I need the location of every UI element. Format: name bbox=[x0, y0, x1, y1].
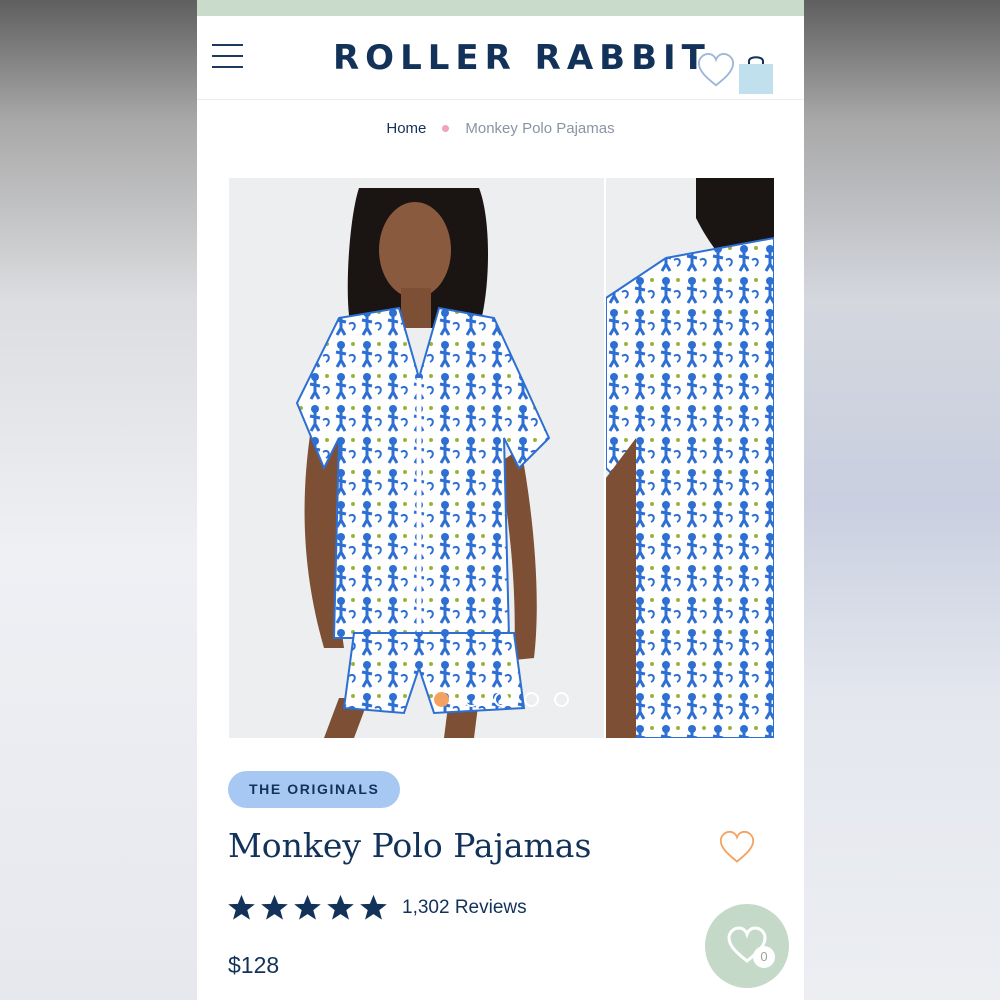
gallery-dot[interactable] bbox=[524, 692, 539, 707]
mobile-product-page: ROLLER RABBIT Home Monkey Polo Pajamas T… bbox=[197, 0, 804, 1000]
heart-outline-icon[interactable] bbox=[697, 52, 735, 90]
gallery-pagination bbox=[434, 692, 569, 707]
star-icon bbox=[228, 894, 255, 920]
star-icon bbox=[261, 894, 288, 920]
gallery-dot[interactable] bbox=[464, 692, 479, 707]
shopping-bag-icon[interactable] bbox=[737, 52, 775, 96]
promo-bar bbox=[197, 0, 804, 16]
breadcrumb-current: Monkey Polo Pajamas bbox=[465, 119, 615, 137]
add-to-wishlist-heart-icon[interactable] bbox=[719, 830, 755, 866]
gallery-dot[interactable] bbox=[434, 692, 449, 707]
star-icon bbox=[327, 894, 354, 920]
background-left bbox=[0, 0, 197, 1000]
product-photo-detail[interactable] bbox=[606, 178, 774, 738]
gallery-dot[interactable] bbox=[494, 692, 509, 707]
breadcrumb-separator bbox=[442, 124, 450, 132]
star-icon bbox=[294, 894, 321, 920]
star-icon bbox=[360, 894, 387, 920]
gallery-dot[interactable] bbox=[554, 692, 569, 707]
product-gallery[interactable] bbox=[229, 178, 774, 738]
breadcrumb-home-link[interactable]: Home bbox=[386, 120, 426, 137]
collection-badge[interactable]: THE ORIGINALS bbox=[228, 771, 401, 808]
brand-logo[interactable]: ROLLER RABBIT bbox=[333, 38, 711, 78]
wishlist-count-badge: 0 bbox=[753, 946, 775, 968]
reviews-link[interactable]: 1,302 Reviews bbox=[402, 897, 527, 919]
product-title: Monkey Polo Pajamas bbox=[228, 826, 592, 865]
product-rating: 1,302 Reviews bbox=[227, 893, 527, 922]
detail-photo-illustration bbox=[606, 178, 774, 738]
breadcrumb: Home Monkey Polo Pajamas bbox=[197, 100, 804, 156]
model-photo-illustration bbox=[295, 188, 551, 738]
site-header: ROLLER RABBIT bbox=[197, 16, 804, 100]
wishlist-floating-button[interactable]: 0 bbox=[705, 904, 789, 988]
product-photo-front[interactable] bbox=[229, 178, 604, 738]
hamburger-menu-icon[interactable] bbox=[212, 44, 244, 72]
background-right bbox=[804, 0, 1000, 1000]
product-price: $128 bbox=[228, 952, 280, 978]
star-rating bbox=[227, 893, 388, 922]
